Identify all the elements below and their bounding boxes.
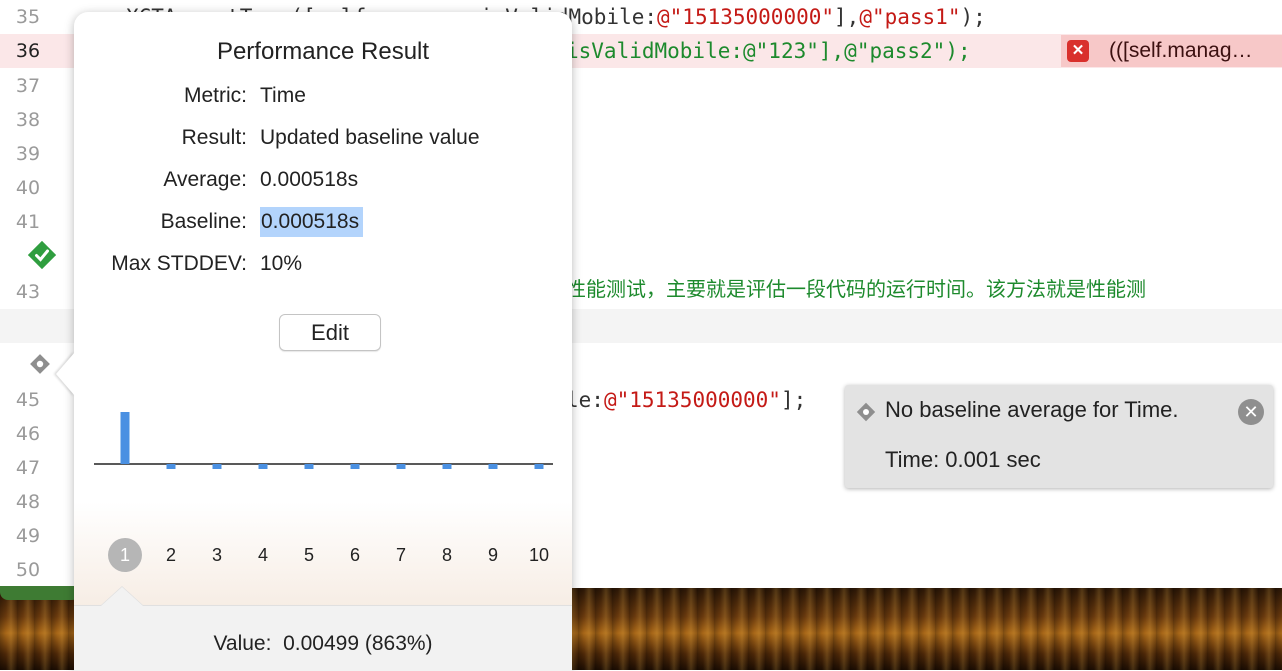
close-icon[interactable]: ✕ bbox=[1238, 399, 1264, 425]
value-bar: Value: 0.00499 (863%) bbox=[74, 586, 572, 671]
iteration-bar[interactable] bbox=[488, 464, 498, 469]
baseline-row: Baseline: 0.000518s bbox=[74, 207, 572, 237]
line-number: 46 bbox=[15, 423, 41, 445]
metric-value: Time bbox=[260, 84, 306, 107]
line-number: 48 bbox=[15, 491, 41, 513]
iteration-bar[interactable] bbox=[350, 464, 360, 469]
test-passed-icon[interactable] bbox=[28, 241, 56, 269]
line-number: 35 bbox=[15, 6, 41, 28]
error-message: (([self.manag… bbox=[1109, 39, 1253, 62]
popover-title: Performance Result bbox=[216, 38, 430, 65]
value-label: Value: bbox=[213, 632, 272, 655]
iteration-tick[interactable]: 9 bbox=[476, 540, 510, 570]
line-number: 43 bbox=[15, 281, 41, 303]
line-number: 50 bbox=[15, 559, 41, 581]
code-line-36: isValidMobile:@"123"],@"pass2"); bbox=[566, 39, 971, 63]
iteration-tick[interactable]: 8 bbox=[430, 540, 464, 570]
iteration-bar[interactable] bbox=[396, 464, 406, 469]
iteration-tick[interactable]: 1 bbox=[108, 538, 142, 572]
iteration-tick[interactable]: 5 bbox=[292, 540, 326, 570]
line-number: 36 bbox=[15, 40, 41, 62]
iteration-bar[interactable] bbox=[258, 464, 268, 469]
average-row: Average: 0.000518s bbox=[74, 165, 572, 195]
performance-result-popover: Performance Result Metric: Time Result: … bbox=[56, 12, 572, 671]
max-stddev-label: Max STDDEV: bbox=[111, 252, 247, 275]
baseline-label: Baseline: bbox=[160, 210, 247, 233]
iteration-bar[interactable] bbox=[166, 464, 176, 469]
line-number: 47 bbox=[15, 457, 41, 479]
baseline-tooltip: No baseline average for Time. ✕ Time: 0.… bbox=[845, 385, 1273, 488]
iteration-tick[interactable]: 6 bbox=[338, 540, 372, 570]
line-number: 37 bbox=[15, 75, 41, 97]
line-number: 39 bbox=[15, 143, 41, 165]
average-value: 0.000518s bbox=[260, 168, 359, 191]
code-comment-43: 性能测试，主要就是评估一段代码的运行时间。该方法就是性能测 bbox=[566, 277, 1146, 301]
diamond-icon bbox=[856, 402, 876, 422]
iteration-tick[interactable]: 2 bbox=[154, 540, 188, 570]
value-amount: 0.00499 (863%) bbox=[283, 632, 433, 655]
iteration-bar[interactable] bbox=[534, 464, 544, 469]
line-number: 45 bbox=[15, 389, 41, 411]
iteration-tick[interactable]: 4 bbox=[246, 540, 280, 570]
max-stddev-value: 10% bbox=[260, 252, 303, 275]
max-stddev-row: Max STDDEV: 10% bbox=[74, 249, 572, 279]
baseline-value[interactable]: 0.000518s bbox=[260, 207, 364, 237]
line-number: 38 bbox=[15, 109, 41, 131]
result-row: Result: Updated baseline value bbox=[74, 123, 572, 153]
line-number: 40 bbox=[15, 177, 41, 199]
line-number: 49 bbox=[15, 525, 41, 547]
error-icon: ✕ bbox=[1067, 40, 1089, 62]
test-diamond-icon[interactable] bbox=[28, 352, 52, 376]
value-readout: Value: 0.00499 (863%) bbox=[74, 632, 572, 656]
result-label: Result: bbox=[181, 126, 247, 149]
popover-arrow bbox=[56, 352, 75, 396]
line-number: 41 bbox=[15, 211, 41, 233]
iteration-bar[interactable] bbox=[120, 412, 130, 464]
iteration-bar[interactable] bbox=[442, 464, 452, 469]
iteration-tick[interactable]: 3 bbox=[200, 540, 234, 570]
result-value: Updated baseline value bbox=[260, 126, 480, 149]
value-notch bbox=[100, 586, 144, 606]
iteration-bar-chart bbox=[94, 412, 553, 469]
iteration-tick[interactable]: 10 bbox=[522, 540, 556, 570]
iteration-tick[interactable]: 7 bbox=[384, 540, 418, 570]
window-edge bbox=[0, 586, 80, 600]
average-label: Average: bbox=[163, 168, 247, 191]
iteration-selector[interactable]: 1 2 3 4 5 6 7 8 9 10 bbox=[74, 538, 572, 572]
error-banner[interactable]: ✕ (([self.manag… bbox=[1061, 35, 1282, 67]
iteration-bar[interactable] bbox=[304, 464, 314, 469]
tooltip-time: Time: 0.001 sec bbox=[885, 447, 1041, 472]
edit-button[interactable]: Edit bbox=[279, 314, 381, 351]
metric-row: Metric: Time bbox=[74, 81, 572, 111]
metric-label: Metric: bbox=[184, 84, 247, 107]
code-line-45: le:@"15135000000"]; bbox=[566, 388, 807, 412]
iteration-bar[interactable] bbox=[212, 464, 222, 469]
tooltip-title: No baseline average for Time. bbox=[885, 397, 1179, 422]
